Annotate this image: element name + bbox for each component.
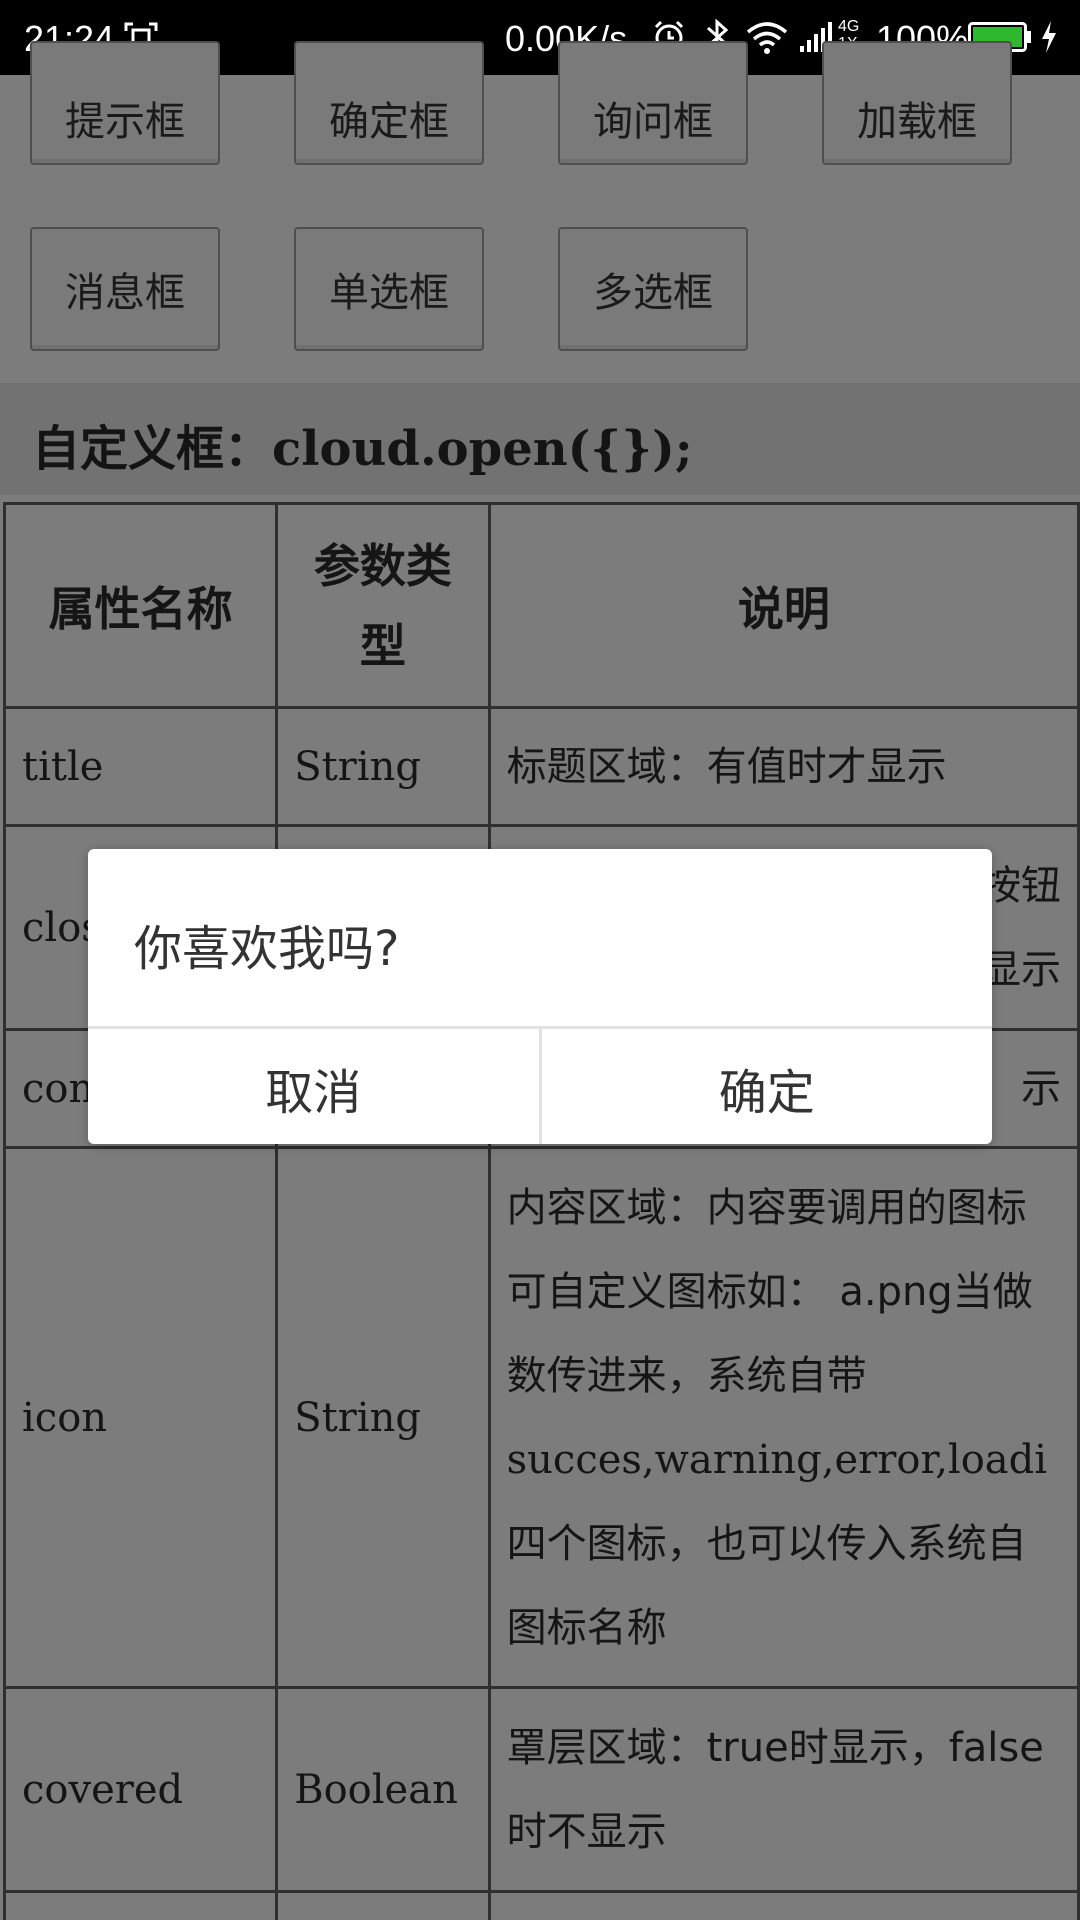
header-param-type-line2: 型 xyxy=(359,618,406,673)
row-type: Boolean xyxy=(275,1686,491,1893)
network-type-top: 4G xyxy=(838,18,860,35)
row-description: 标题区域：有值时才显示 xyxy=(487,706,1080,827)
wifi-icon xyxy=(746,22,788,54)
desc-line: 数传进来，系统自带 xyxy=(506,1352,867,1399)
dialog-message: 你喜欢我吗? xyxy=(134,921,400,977)
row-type: String xyxy=(275,1146,491,1689)
confirm-dialog: 你喜欢我吗? 取消 确定 xyxy=(88,849,992,1144)
message-box-button[interactable]: 消息框 xyxy=(30,227,220,351)
ask-box-button[interactable]: 询问框 xyxy=(558,41,748,165)
table-row: title String 标题区域：有值时才显示 xyxy=(2,706,1080,827)
row-name: covered xyxy=(2,1686,279,1893)
desc-line: 标题区域：有值时才显示 xyxy=(506,743,947,790)
table-header-row: 属性名称 参数类 型 说明 xyxy=(2,502,1080,709)
section-title: 自定义框：cloud.open({}); xyxy=(32,421,693,477)
checkbox-box-button[interactable]: 多选框 xyxy=(558,227,748,351)
header-param-type: 参数类 型 xyxy=(275,502,491,709)
confirm-box-button[interactable]: 确定框 xyxy=(294,41,484,165)
table-row xyxy=(2,1890,1080,1920)
desc-line: 时不显示 xyxy=(506,1808,667,1855)
row-name: title xyxy=(2,706,279,827)
row-type: String xyxy=(275,706,491,827)
row-description xyxy=(487,1890,1080,1920)
confirm-button[interactable]: 确定 xyxy=(538,1029,993,1144)
table-row: icon String 内容区域：内容要调用的图标 可自定义图标如： a.png… xyxy=(2,1146,1080,1689)
dialog-actions: 取消 确定 xyxy=(88,1026,992,1144)
row-type xyxy=(275,1890,491,1920)
desc-line: 内容区域：内容要调用的图标 xyxy=(506,1184,1027,1231)
cancel-button[interactable]: 取消 xyxy=(88,1029,539,1144)
radio-box-button[interactable]: 单选框 xyxy=(294,227,484,351)
charging-icon xyxy=(1042,21,1056,53)
desc-line: 图标名称 xyxy=(506,1604,667,1651)
prompt-box-button[interactable]: 提示框 xyxy=(30,41,220,165)
loading-box-button[interactable]: 加载框 xyxy=(822,41,1012,165)
screen: 21:24 0.00K/s 4G 1X xyxy=(0,0,1080,1920)
table-row: covered Boolean 罩层区域：true时显示，false 时不显示 xyxy=(2,1686,1080,1893)
row-name xyxy=(2,1890,279,1920)
desc-line: 可自定义图标如： a.png当做 xyxy=(506,1268,1033,1315)
properties-table: 属性名称 参数类 型 说明 title String 标题区域：有值时才显示 c… xyxy=(2,502,1080,1920)
section-header: 自定义框：cloud.open({}); xyxy=(0,383,1080,495)
header-param-type-line1: 参数类 xyxy=(313,538,452,593)
desc-line: 四个图标，也可以传入系统自 xyxy=(506,1520,1027,1567)
row-description: 内容区域：内容要调用的图标 可自定义图标如： a.png当做 数传进来，系统自带… xyxy=(487,1146,1080,1689)
header-description: 说明 xyxy=(487,502,1080,709)
row-name: icon xyxy=(2,1146,279,1689)
desc-line: succes,warning,error,loadi xyxy=(506,1436,1048,1483)
desc-line: 罩层区域：true时显示，false xyxy=(506,1724,1044,1771)
row-description: 罩层区域：true时显示，false 时不显示 xyxy=(487,1686,1080,1893)
header-attribute-name: 属性名称 xyxy=(2,502,279,709)
